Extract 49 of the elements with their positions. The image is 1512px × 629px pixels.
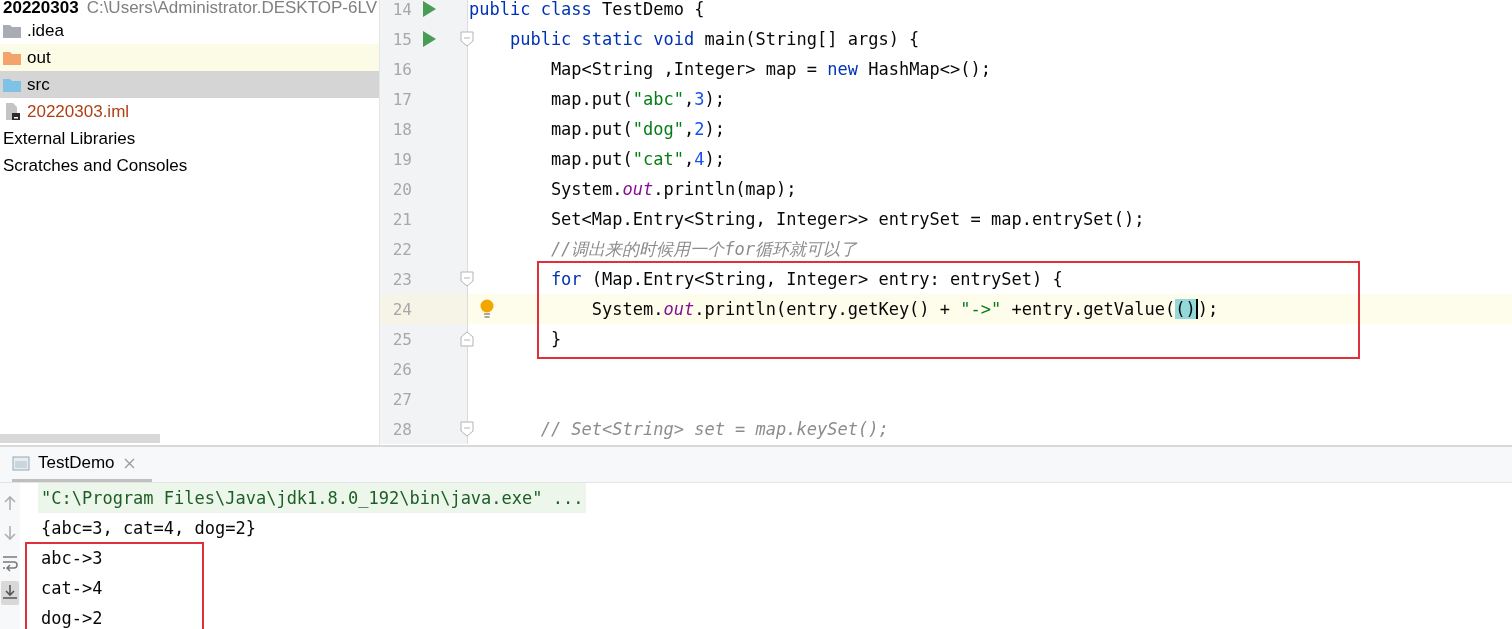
line-number: 25 — [391, 329, 412, 349]
output-line: cat->4 — [40, 577, 104, 600]
close-icon — [122, 456, 136, 470]
output-line: {abc=3, cat=4, dog=2} — [40, 517, 257, 540]
line-number: 23 — [391, 269, 412, 289]
up-arrow-icon — [2, 494, 18, 512]
console-icon — [12, 454, 30, 472]
tree-item[interactable]: External Libraries — [0, 125, 379, 152]
tree-item[interactable]: .idea — [0, 17, 379, 44]
scroll-to-end-icon — [2, 584, 18, 602]
line-number: 14 — [391, 0, 412, 19]
tree-item[interactable]: 20220303.iml — [0, 98, 379, 125]
soft-wrap-icon — [2, 554, 18, 572]
code-line: map.put("abc",3); — [549, 88, 725, 111]
tree-item[interactable]: src — [0, 71, 379, 98]
line-number: 28 — [391, 419, 412, 439]
code-line: Set<Map.Entry<String, Integer>> entrySet = map.entrySet(); — [549, 208, 1145, 231]
code-line: Map<String ,Integer> map = new HashMap<>(); — [549, 58, 991, 81]
project-name: 20220303 — [3, 0, 79, 17]
line-number: 15 — [391, 29, 412, 49]
scroll-to-end-button[interactable] — [1, 581, 19, 605]
tree-item[interactable]: Scratches and Consoles — [0, 152, 379, 179]
line-number: 26 — [391, 359, 412, 379]
code-line: //调出来的时候用一个for循环就可以了 — [549, 237, 858, 261]
output-line: dog->2 — [40, 607, 104, 629]
code-line: map.put("cat",4); — [549, 148, 725, 171]
code-line: System.out.println(map); — [549, 178, 797, 201]
line-number: 17 — [391, 89, 412, 109]
scrollbar[interactable] — [0, 434, 160, 443]
tree-item[interactable]: out — [0, 44, 379, 71]
code-line: } — [549, 328, 562, 351]
line-number: 24 — [391, 299, 412, 319]
line-number: 20 — [391, 179, 412, 199]
line-number: 19 — [391, 149, 412, 169]
project-path: C:\Users\Administrator.DESKTOP-6LV — [86, 0, 377, 17]
down-arrow-icon — [2, 524, 18, 542]
code-line: // Set<String> set = map.keySet(); — [539, 418, 889, 441]
code-line: for (Map.Entry<String, Integer> entry: entrySet) { — [549, 268, 1063, 291]
module-file-icon — [3, 102, 21, 121]
code-line: public static void main(String[] args) { — [508, 28, 920, 51]
line-number: 21 — [391, 209, 412, 229]
line-number: 18 — [391, 119, 412, 139]
code-line: map.put("dog",2); — [549, 118, 725, 141]
line-number: 16 — [391, 59, 412, 79]
output-line: abc->3 — [40, 547, 104, 570]
code-line: public class TestDemo { — [468, 0, 705, 21]
code-line: System.out.println(entry.getKey() + "->" +entry.getValue(()); — [590, 298, 1219, 321]
line-number: 22 — [391, 239, 412, 259]
line-number: 27 — [391, 389, 412, 409]
